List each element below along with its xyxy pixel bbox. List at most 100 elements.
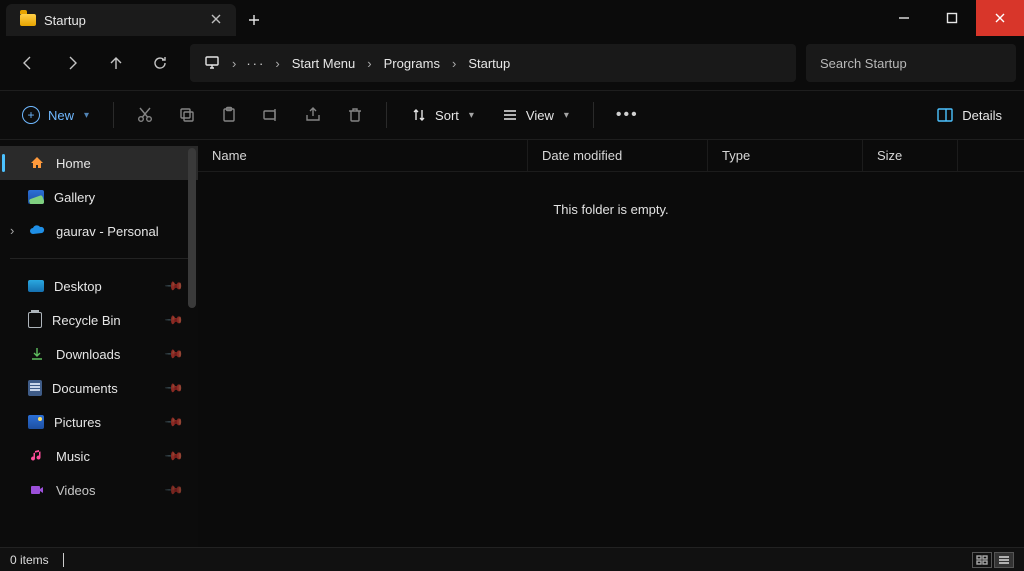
column-label: Name [212, 148, 247, 163]
view-list-icon [502, 107, 518, 123]
close-icon [994, 12, 1006, 24]
view-mode-thumbnails[interactable] [972, 552, 992, 568]
navbar: › ··· › Start Menu › Programs › Startup … [0, 36, 1024, 90]
refresh-icon [152, 55, 168, 71]
search-input[interactable]: Search Startup [806, 44, 1016, 82]
sidebar-scrollbar[interactable] [188, 148, 196, 308]
view-mode-details[interactable] [994, 552, 1014, 568]
tab-close-button[interactable] [210, 12, 222, 28]
gallery-icon [28, 190, 44, 204]
titlebar: Startup [0, 0, 1024, 36]
plus-icon [248, 14, 260, 26]
monitor-icon [204, 54, 220, 70]
videos-icon [28, 481, 46, 499]
delete-button[interactable] [338, 100, 372, 130]
sort-icon [411, 107, 427, 123]
sidebar-item-label: Documents [52, 381, 157, 396]
sidebar-item-label: Downloads [56, 347, 157, 362]
tab-title: Startup [44, 13, 86, 28]
sidebar-item-label: Gallery [54, 190, 186, 205]
chevron-right-icon[interactable]: › [232, 56, 236, 71]
sidebar-item-gallery[interactable]: Gallery [0, 180, 198, 214]
paste-icon [220, 106, 238, 124]
column-header-size[interactable]: Size [863, 140, 958, 171]
pin-icon: 📌 [164, 276, 184, 296]
sidebar: Home Gallery gaurav - Personal Desktop 📌 [0, 140, 198, 547]
details-panel-button[interactable]: Details [926, 100, 1012, 130]
chevron-right-icon[interactable]: › [367, 56, 371, 71]
minimize-button[interactable] [880, 0, 928, 36]
sidebar-item-recycle-bin[interactable]: Recycle Bin 📌 [0, 303, 198, 337]
details-label: Details [962, 108, 1002, 123]
column-label: Date modified [542, 148, 622, 163]
this-pc-icon[interactable] [198, 50, 226, 77]
refresh-button[interactable] [140, 44, 180, 82]
copy-button[interactable] [170, 100, 204, 130]
breadcrumb-segment[interactable]: Startup [462, 52, 516, 75]
sidebar-item-videos[interactable]: Videos 📌 [0, 473, 198, 507]
column-label: Size [877, 148, 902, 163]
statusbar: 0 items [0, 547, 1024, 571]
more-button[interactable]: ••• [608, 100, 647, 130]
arrow-up-icon [108, 55, 124, 71]
sidebar-item-onedrive[interactable]: gaurav - Personal [0, 214, 198, 248]
home-icon [28, 154, 46, 172]
forward-button[interactable] [52, 44, 92, 82]
tab-startup[interactable]: Startup [6, 4, 236, 36]
music-icon [28, 447, 46, 465]
sidebar-item-pictures[interactable]: Pictures 📌 [0, 405, 198, 439]
arrow-right-icon [64, 55, 80, 71]
column-header-date[interactable]: Date modified [528, 140, 708, 171]
new-button[interactable]: + New ▾ [12, 100, 99, 130]
sort-button[interactable]: Sort ▾ [401, 101, 484, 129]
pin-icon: 📌 [164, 310, 184, 330]
address-bar[interactable]: › ··· › Start Menu › Programs › Startup [190, 44, 796, 82]
sidebar-item-downloads[interactable]: Downloads 📌 [0, 337, 198, 371]
sort-ascending-icon: ⌃ [359, 140, 367, 141]
maximize-button[interactable] [928, 0, 976, 36]
file-explorer-window: Startup [0, 0, 1024, 571]
paste-button[interactable] [212, 100, 246, 130]
sidebar-item-desktop[interactable]: Desktop 📌 [0, 269, 198, 303]
up-button[interactable] [96, 44, 136, 82]
desktop-icon [28, 280, 44, 292]
chevron-down-icon: ▾ [469, 110, 474, 121]
sidebar-item-label: gaurav - Personal [56, 224, 186, 239]
maximize-icon [946, 12, 958, 24]
chevron-down-icon: ▾ [564, 110, 569, 121]
sidebar-separator [10, 258, 188, 259]
column-header-type[interactable]: Type [708, 140, 863, 171]
sidebar-item-documents[interactable]: Documents 📌 [0, 371, 198, 405]
sidebar-item-label: Desktop [54, 279, 157, 294]
sidebar-item-label: Music [56, 449, 157, 464]
sidebar-item-music[interactable]: Music 📌 [0, 439, 198, 473]
new-tab-button[interactable] [236, 4, 272, 36]
chevron-right-icon[interactable]: › [275, 56, 279, 71]
item-count: 0 items [10, 553, 49, 567]
pin-icon: 📌 [164, 412, 184, 432]
share-button[interactable] [296, 100, 330, 130]
pin-icon: 📌 [164, 480, 184, 500]
download-icon [28, 345, 46, 363]
pin-icon: 📌 [164, 378, 184, 398]
share-icon [304, 106, 322, 124]
view-label: View [526, 108, 554, 123]
breadcrumb-segment[interactable]: Start Menu [286, 52, 362, 75]
path-overflow-button[interactable]: ··· [242, 56, 269, 71]
column-header-name[interactable]: ⌃ Name [198, 140, 528, 171]
details-pane-icon [936, 106, 954, 124]
window-close-button[interactable] [976, 0, 1024, 36]
chevron-right-icon[interactable]: › [452, 56, 456, 71]
sidebar-item-home[interactable]: Home [0, 146, 198, 180]
breadcrumb-segment[interactable]: Programs [378, 52, 446, 75]
cut-button[interactable] [128, 100, 162, 130]
divider [386, 102, 387, 128]
sidebar-item-label: Recycle Bin [52, 313, 157, 328]
view-button[interactable]: View ▾ [492, 101, 579, 129]
titlebar-drag-area[interactable] [272, 0, 880, 36]
search-placeholder: Search Startup [820, 56, 907, 71]
back-button[interactable] [8, 44, 48, 82]
folder-icon [20, 14, 36, 26]
rename-button[interactable] [254, 100, 288, 130]
sidebar-item-label: Videos [56, 483, 157, 498]
